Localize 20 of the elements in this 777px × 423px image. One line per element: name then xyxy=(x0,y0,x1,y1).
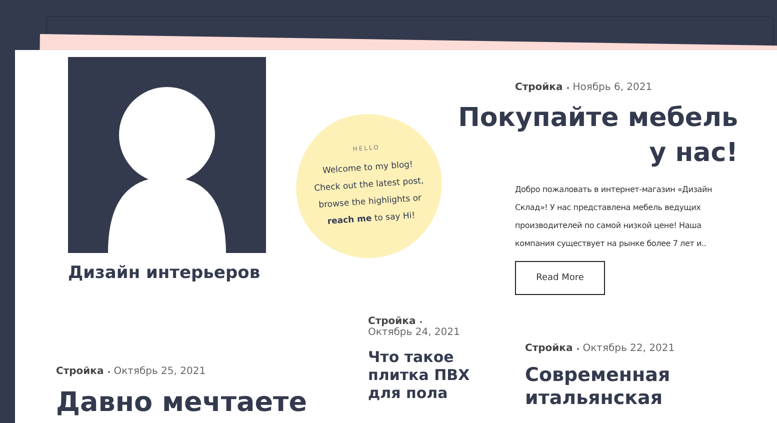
greeting-text: Welcome to my blog! Check out the latest post, browse the highlights or reach me to say Hi! xyxy=(312,158,425,228)
separator-dot xyxy=(566,86,569,88)
post-category[interactable]: Стройка xyxy=(515,82,563,93)
separator-dot xyxy=(420,320,422,322)
post-title[interactable]: Современная итальянская xyxy=(525,364,725,410)
post-title[interactable]: Что такое плитка ПВХ для пола xyxy=(368,348,488,402)
post-date: Ноябрь 6, 2021 xyxy=(572,82,652,93)
post-category[interactable]: Стройка xyxy=(368,316,416,327)
post-category[interactable]: Стройка xyxy=(525,343,573,354)
post-excerpt: Добро пожаловать в интернет-магазин «Дизайн Склад»! У нас представлена мебель ведущих производителей по самой низкой цене! Наша компания существует на рынке более 7 лет и.. xyxy=(515,184,714,250)
post-date: Октябрь 24, 2021 xyxy=(368,327,460,338)
profile-title: Дизайн интерьеров xyxy=(68,263,262,283)
read-more-button[interactable]: Read More xyxy=(515,261,605,295)
post-title[interactable]: Покупайте мебель у нас! xyxy=(437,101,738,171)
post-date: Октябрь 25, 2021 xyxy=(114,366,206,377)
post-category[interactable]: Стройка xyxy=(56,366,104,377)
separator-dot xyxy=(576,348,579,350)
post-date: Октябрь 22, 2021 xyxy=(582,343,675,354)
post-title[interactable]: Давно мечтаете xyxy=(56,387,356,420)
separator-dot xyxy=(108,370,110,372)
